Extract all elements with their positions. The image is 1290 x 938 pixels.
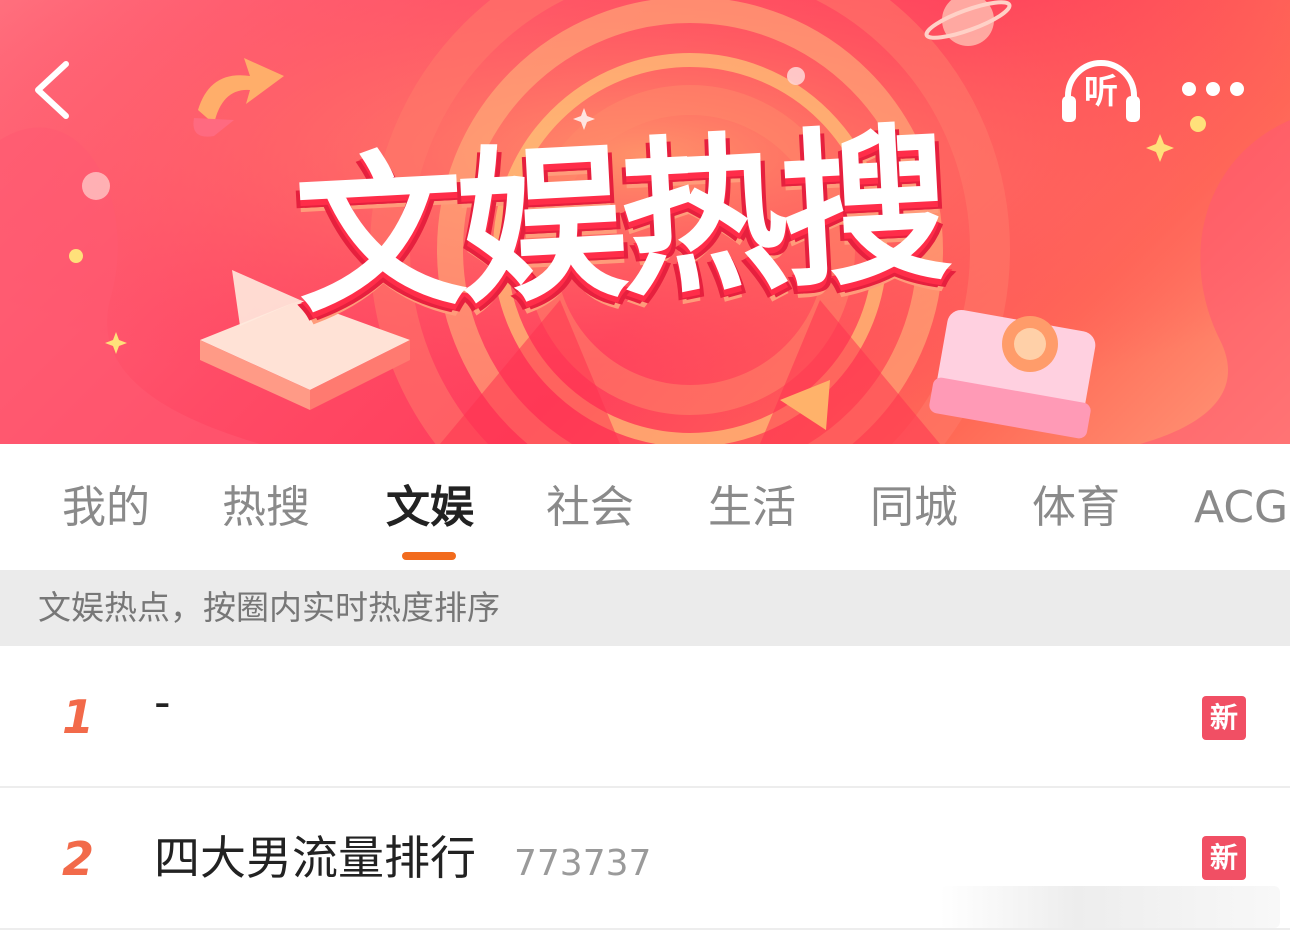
tab-sports[interactable]: 体育 [1032, 478, 1120, 538]
banner-title: 文娱热搜 [291, 107, 949, 337]
tab-entertainment[interactable]: 文娱 [386, 478, 474, 538]
tab-local[interactable]: 同城 [870, 478, 958, 538]
item-title: - [154, 675, 171, 729]
active-tab-indicator [402, 552, 456, 560]
list-item[interactable]: 1 - 新 [0, 646, 1290, 788]
item-title: 四大男流量排行 [154, 831, 476, 885]
rank-number: 2 [62, 832, 95, 886]
watermark-blur [940, 886, 1280, 928]
new-badge: 新 [1202, 696, 1246, 740]
header-banner: 文娱热搜 听 [0, 0, 1290, 444]
heat-count: 773737 [514, 843, 652, 884]
tab-mine[interactable]: 我的 [62, 478, 150, 538]
listen-button[interactable]: 听 [1058, 56, 1144, 126]
listen-label: 听 [1084, 72, 1118, 112]
rank-number: 1 [62, 690, 95, 744]
tab-society[interactable]: 社会 [546, 478, 634, 538]
tab-acg[interactable]: ACG [1194, 478, 1288, 538]
back-button[interactable] [28, 58, 78, 122]
list-description-bar: 文娱热点，按圈内实时热度排序 [0, 570, 1290, 646]
more-button[interactable] [1176, 72, 1256, 108]
divider [0, 928, 1290, 930]
chevron-left-icon [35, 61, 69, 119]
category-tabs: 我的 热搜 文娱 社会 生活 同城 体育 ACG [0, 444, 1290, 570]
tab-life[interactable]: 生活 [708, 478, 796, 538]
tab-hot-search[interactable]: 热搜 [222, 478, 310, 538]
new-badge: 新 [1202, 836, 1246, 880]
list-description: 文娱热点，按圈内实时热度排序 [38, 588, 500, 627]
